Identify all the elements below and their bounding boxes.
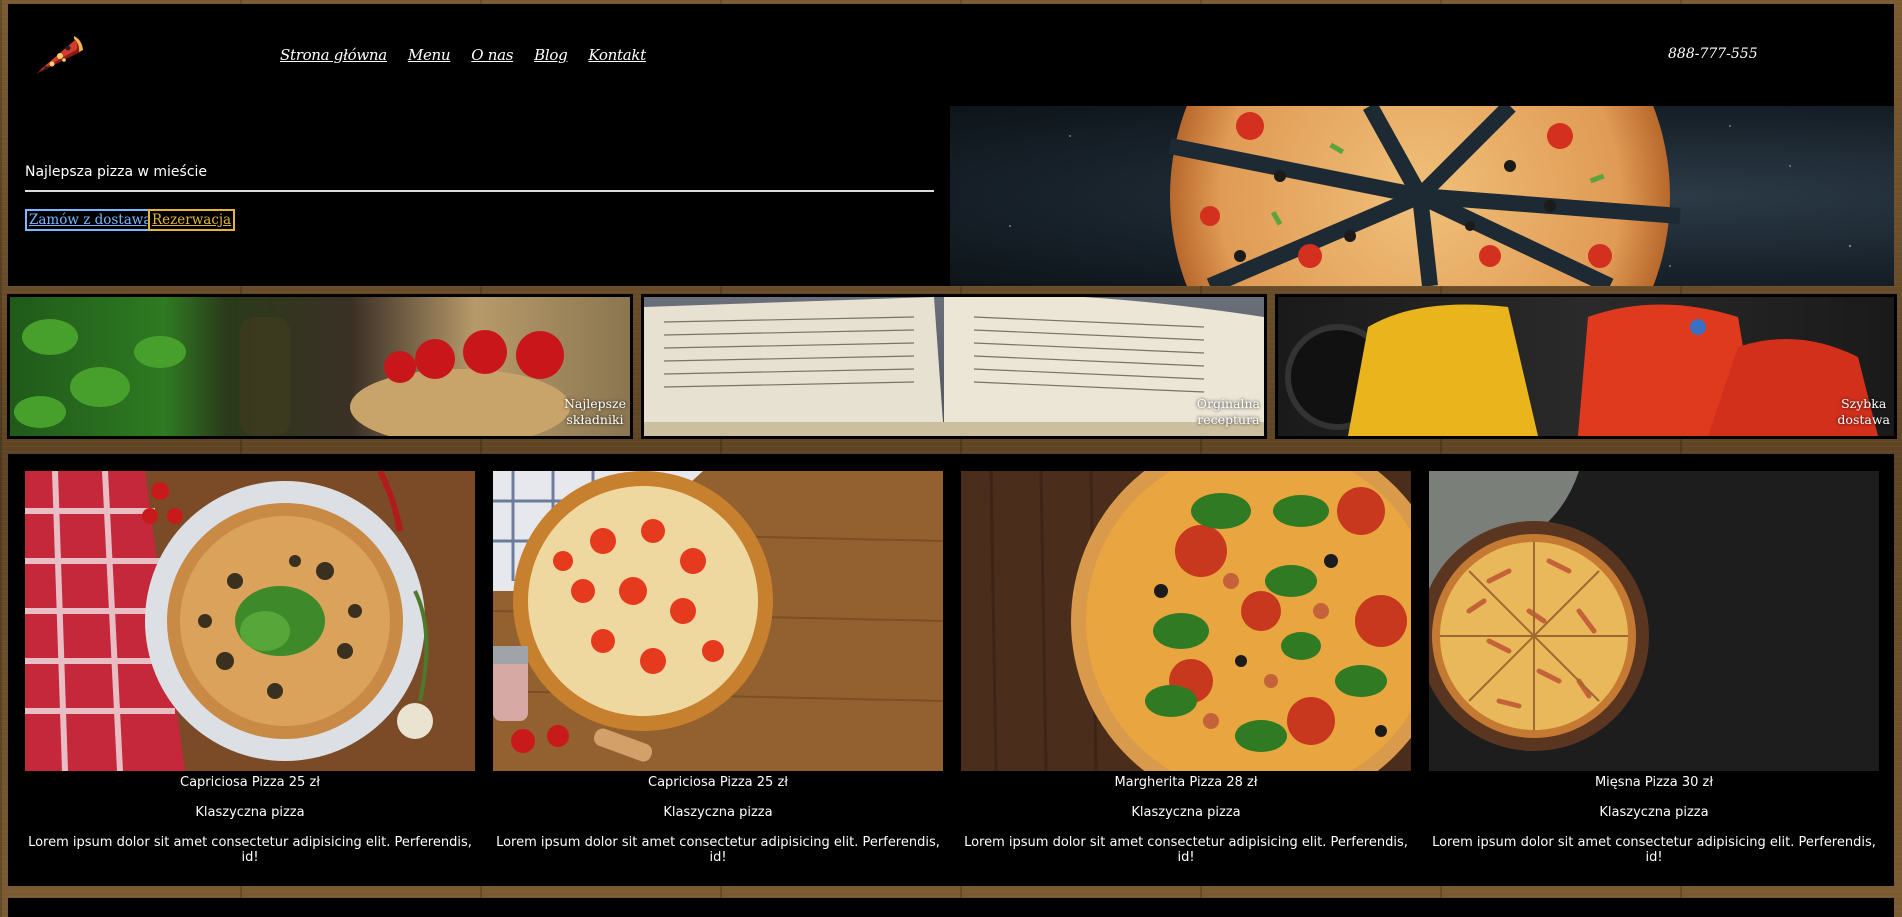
hero-divider	[25, 190, 934, 192]
product-subtitle: Klaszyczna pizza	[195, 805, 305, 820]
product-name: Capriciosa Pizza 25 zł	[648, 775, 788, 790]
hero-pizza-image	[950, 106, 1894, 286]
product-subtitle: Klaszyczna pizza	[663, 805, 773, 820]
features-row: Najlepsze składniki Orginalna receptura	[5, 294, 1897, 439]
nav-item-about[interactable]: O nas	[471, 46, 513, 64]
product-description: Lorem ipsum dolor sit amet consectetur a…	[496, 835, 940, 865]
product-name: Mięsna Pizza 30 zł	[1594, 775, 1714, 790]
product-description: Lorem ipsum dolor sit amet consectetur a…	[28, 835, 472, 865]
product-name: Capriciosa Pizza 25 zł	[180, 775, 320, 790]
feature-caption-line: Najlepsze	[563, 396, 626, 411]
product-card[interactable]: Mięsna Pizza 30 zł Klaszyczna pizza Lore…	[1429, 471, 1879, 865]
nav-item-home[interactable]: Strona główna	[280, 46, 387, 64]
order-delivery-button[interactable]: Zamów z dostawą	[25, 209, 156, 231]
feature-caption-line: receptura	[1197, 412, 1260, 427]
products-section: Capriciosa Pizza 25 zł Klaszyczna pizza …	[8, 454, 1894, 886]
feature-caption-line: składniki	[566, 412, 624, 427]
pizza-logo-icon[interactable]	[30, 24, 88, 82]
feature-caption-recipe: Orginalna receptura	[1197, 396, 1260, 428]
ingredients-image: Najlepsze składniki	[10, 297, 630, 436]
feature-delivery: Szybka dostawa	[1275, 294, 1897, 439]
product-description: Lorem ipsum dolor sit amet consectetur a…	[1432, 835, 1876, 865]
feature-ingredients: Najlepsze składniki	[7, 294, 633, 439]
feature-caption-delivery: Szybka dostawa	[1837, 396, 1890, 428]
capriciosa-pizza-image	[493, 471, 943, 771]
margherita-pizza-image	[961, 471, 1411, 771]
product-subtitle: Klaszyczna pizza	[1599, 805, 1709, 820]
feature-caption-line: dostawa	[1837, 412, 1890, 427]
product-card[interactable]: Capriciosa Pizza 25 zł Klaszyczna pizza …	[493, 471, 943, 865]
product-card[interactable]: Margherita Pizza 28 zł Klaszyczna pizza …	[961, 471, 1411, 865]
product-subtitle: Klaszyczna pizza	[1131, 805, 1241, 820]
product-name: Margherita Pizza 28 zł	[1114, 775, 1258, 790]
product-description: Lorem ipsum dolor sit amet consectetur a…	[964, 835, 1408, 865]
scooters-image: Szybka dostawa	[1278, 297, 1894, 436]
nav-item-contact[interactable]: Kontakt	[588, 46, 646, 64]
feature-caption-line: Orginalna	[1196, 396, 1260, 411]
hero-title: Najlepsza pizza w mieście	[25, 164, 208, 180]
meat-pizza-image	[1429, 471, 1879, 771]
capriciosa-pizza-image	[25, 471, 475, 771]
phone-number: 888-777-555	[1668, 46, 1758, 62]
feature-caption-line: Szybka	[1841, 396, 1887, 411]
reservation-button[interactable]: Rezerwacja	[148, 209, 236, 231]
feature-recipe: Orginalna receptura	[641, 294, 1267, 439]
product-card[interactable]: Capriciosa Pizza 25 zł Klaszyczna pizza …	[25, 471, 475, 865]
main-nav: Strona główna Menu O nas Blog Kontakt	[280, 46, 646, 64]
recipe-book-image: Orginalna receptura	[644, 297, 1264, 436]
hero-section: Najlepsza pizza w mieście Zamów z dostaw…	[8, 106, 950, 286]
footer-strip	[8, 898, 1894, 917]
feature-caption-ingredients: Najlepsze składniki	[564, 396, 626, 428]
nav-item-menu[interactable]: Menu	[408, 46, 451, 64]
site-header: Strona główna Menu O nas Blog Kontakt 88…	[8, 4, 1894, 106]
nav-item-blog[interactable]: Blog	[534, 46, 568, 64]
